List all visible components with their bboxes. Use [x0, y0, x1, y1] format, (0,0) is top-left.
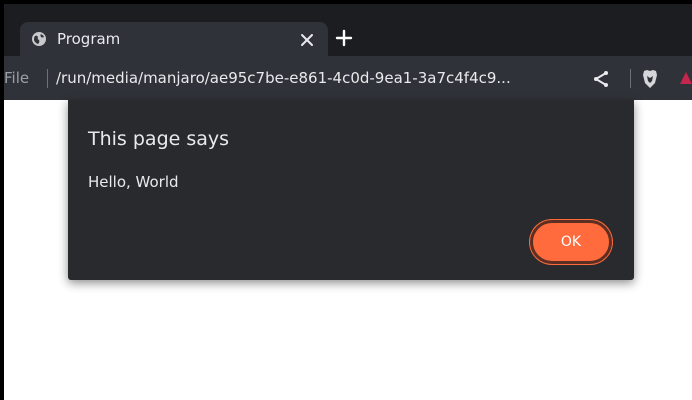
- new-tab-button[interactable]: [334, 28, 354, 48]
- ok-button[interactable]: OK: [530, 220, 612, 264]
- tab-program[interactable]: Program: [20, 22, 328, 58]
- toolbar-divider: [630, 69, 631, 88]
- brave-shields-icon[interactable]: [641, 69, 659, 89]
- browser-window: Program File /run/media/manjaro/ae95c7be…: [0, 0, 692, 400]
- plus-icon: [335, 29, 353, 47]
- address-bar[interactable]: File /run/media/manjaro/ae95c7be-e861-4c…: [4, 56, 692, 100]
- share-icon[interactable]: [592, 70, 610, 88]
- scheme-divider: [47, 69, 48, 88]
- alert-dialog: This page says Hello, World OK: [68, 100, 634, 280]
- tab-title: Program: [57, 30, 121, 48]
- toolbar: File /run/media/manjaro/ae95c7be-e861-4c…: [4, 56, 692, 100]
- dialog-title: This page says: [88, 128, 230, 150]
- close-icon[interactable]: [300, 32, 314, 46]
- brave-rewards-icon[interactable]: [678, 70, 692, 88]
- dialog-message: Hello, World: [88, 173, 179, 191]
- url-text[interactable]: /run/media/manjaro/ae95c7be-e861-4c0d-9e…: [56, 69, 576, 87]
- globe-icon: [31, 31, 47, 47]
- scheme-label: File: [4, 69, 30, 87]
- tab-strip: Program: [4, 4, 692, 58]
